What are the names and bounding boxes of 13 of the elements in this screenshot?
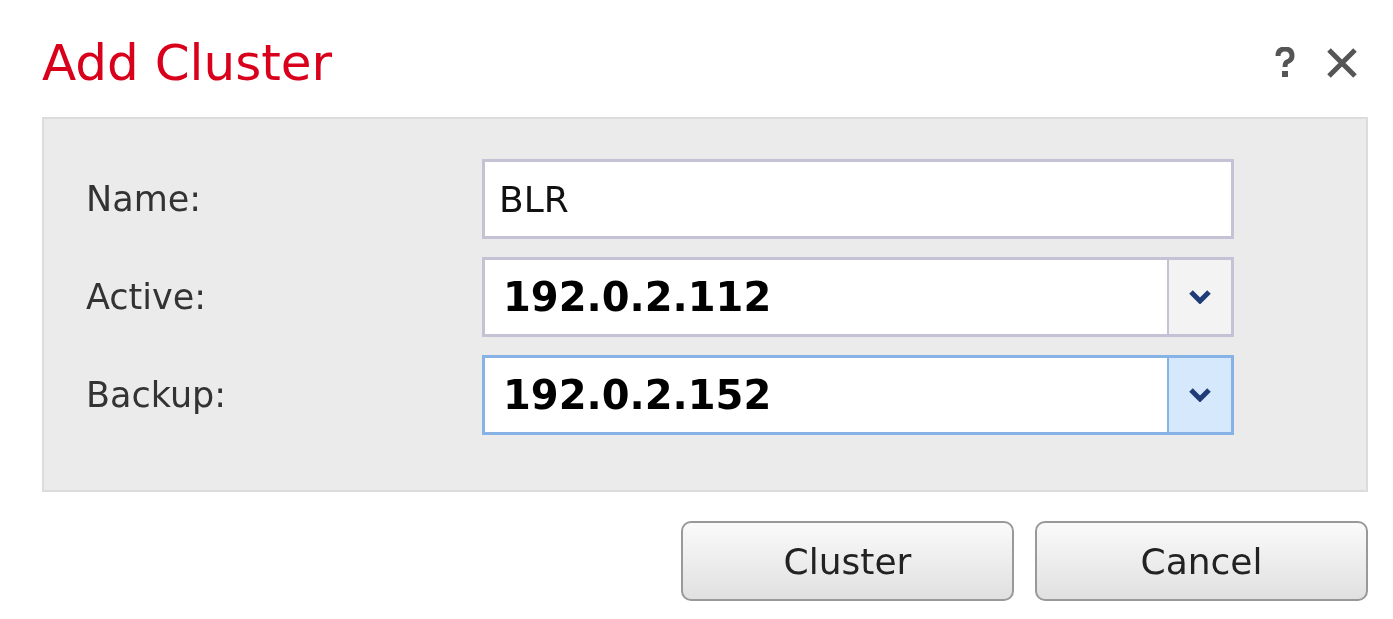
dropdown-field[interactable]: 192.0.2.152	[482, 355, 1234, 435]
chevron-down-icon	[1189, 388, 1211, 402]
field-label: Active:	[85, 277, 208, 317]
name-input-field[interactable]: BLR	[482, 159, 1234, 239]
dialog-title: Add Cluster	[42, 34, 333, 92]
chevron-down-icon	[1189, 290, 1211, 304]
dropdown-field[interactable]: 192.0.2.112	[482, 257, 1234, 337]
help-icon[interactable]	[1274, 47, 1296, 79]
close-icon[interactable]	[1326, 47, 1358, 79]
field-label: Name:	[85, 179, 203, 219]
dialog-button[interactable]: Cluster	[681, 521, 1014, 601]
dialog-button[interactable]: Cancel	[1035, 521, 1368, 601]
field-label: Backup:	[85, 375, 228, 415]
